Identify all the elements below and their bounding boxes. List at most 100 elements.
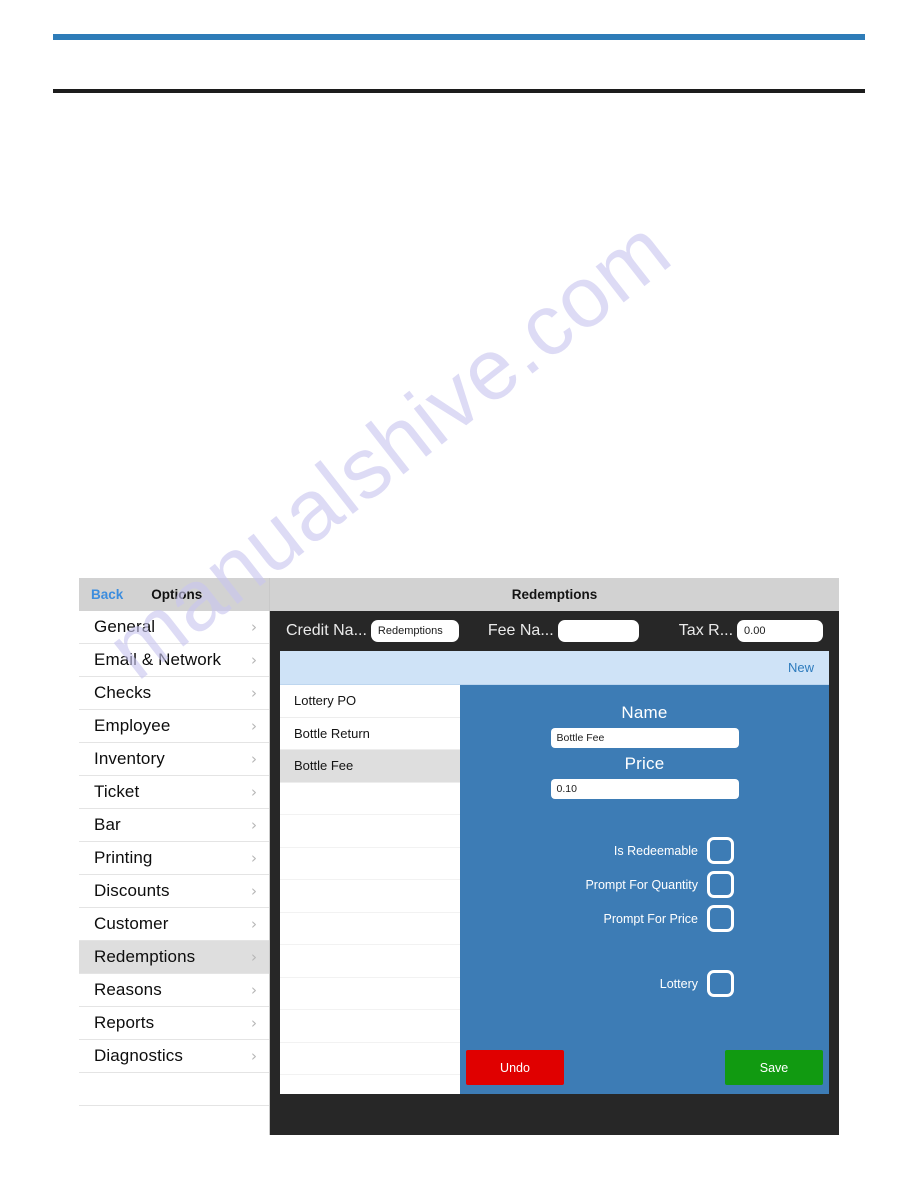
chevron-right-icon: › — [251, 815, 257, 834]
name-input[interactable]: Bottle Fee — [550, 728, 739, 748]
new-toolbar: New — [280, 651, 829, 685]
sidebar-item-checks[interactable]: Checks › — [79, 677, 269, 710]
sidebar-item-label: Printing — [94, 848, 153, 867]
list-empty-row — [280, 1042, 460, 1075]
sidebar-item-label: Customer — [94, 914, 169, 933]
chevron-right-icon: › — [251, 914, 257, 933]
chevron-right-icon: › — [251, 683, 257, 702]
sidebar-item-label: Email & Network — [94, 650, 222, 669]
checkbox[interactable] — [707, 837, 734, 864]
sidebar-item-label: Inventory — [94, 749, 165, 768]
sidebar-item-email-network[interactable]: Email & Network › — [79, 644, 269, 677]
chevron-right-icon: › — [251, 947, 257, 966]
sidebar-item-reports[interactable]: Reports › — [79, 1007, 269, 1040]
sidebar-item-printing[interactable]: Printing › — [79, 842, 269, 875]
sidebar-header: Back Options — [79, 578, 269, 611]
sidebar-item-employee[interactable]: Employee › — [79, 710, 269, 743]
list-empty-row — [280, 847, 460, 880]
credit-name-input[interactable]: Redemptions — [370, 620, 460, 642]
sidebar-item-label: Redemptions — [94, 947, 196, 966]
price-input[interactable]: 0.10 — [550, 779, 739, 799]
fee-name-input[interactable] — [557, 620, 639, 642]
sidebar-item-discounts[interactable]: Discounts › — [79, 875, 269, 908]
back-button[interactable]: Back — [91, 587, 123, 602]
checkbox[interactable] — [707, 905, 734, 932]
sidebar-item-ticket[interactable]: Ticket › — [79, 776, 269, 809]
list-empty-row — [280, 815, 460, 848]
chevron-right-icon: › — [251, 980, 257, 999]
redemption-list: Lottery PO Bottle Return Bottle Fee — [280, 685, 460, 1094]
list-item[interactable]: Bottle Fee — [280, 750, 460, 783]
list-item-label: Bottle Fee — [294, 758, 354, 774]
page-rule-blue — [53, 34, 865, 40]
sidebar-item-label: Discounts — [94, 881, 170, 900]
list-empty-row — [280, 1010, 460, 1043]
list-empty-row — [280, 977, 460, 1010]
chevron-right-icon: › — [251, 716, 257, 735]
undo-button[interactable]: Undo — [466, 1050, 564, 1085]
checkbox-label: Prompt For Price — [603, 911, 698, 926]
options-sidebar: Back Options General › Email & Network › Che… — [79, 578, 270, 1135]
credit-name-label: Credit Na... — [286, 622, 367, 639]
chevron-right-icon: › — [251, 617, 257, 636]
tax-rate-label: Tax R... — [678, 622, 734, 639]
sidebar-item-bar[interactable]: Bar › — [79, 809, 269, 842]
sidebar-item-label: Bar — [94, 815, 121, 834]
chevron-right-icon: › — [251, 881, 257, 900]
sidebar-item-label: Reasons — [94, 980, 162, 999]
checkbox-row[interactable]: Is Redeemable — [460, 837, 829, 864]
sidebar-item-customer[interactable]: Customer › — [79, 908, 269, 941]
sidebar-empty-row — [79, 1073, 269, 1106]
sidebar-item-label: Ticket — [94, 782, 140, 801]
device-screenshot: Back Options General › Email & Network › Che… — [79, 578, 839, 1135]
checkbox-row[interactable]: Prompt For Price — [460, 905, 829, 932]
page-title: Redemptions — [511, 587, 598, 602]
lottery-checkbox[interactable] — [707, 970, 734, 997]
sidebar-item-diagnostics[interactable]: Diagnostics › — [79, 1040, 269, 1073]
redemption-detail-form: Name Bottle Fee Price 0.10 Is Redeemable… — [460, 685, 829, 1094]
app-split: Lottery PO Bottle Return Bottle Fee Name B… — [280, 685, 829, 1094]
chevron-right-icon: › — [251, 782, 257, 801]
list-empty-row — [280, 1075, 460, 1094]
app-body: New Lottery PO Bottle Return Bottle Fee Na… — [280, 651, 829, 1094]
lottery-checkbox-label: Lottery — [659, 976, 698, 991]
sidebar-item-reasons[interactable]: Reasons › — [79, 974, 269, 1007]
sidebar-item-inventory[interactable]: Inventory › — [79, 743, 269, 776]
chevron-right-icon: › — [251, 848, 257, 867]
list-item[interactable]: Lottery PO — [280, 685, 460, 718]
name-field-label: Name — [621, 703, 668, 722]
save-button[interactable]: Save — [725, 1050, 823, 1085]
checkbox[interactable] — [707, 871, 734, 898]
lottery-checkbox-row[interactable]: Lottery — [460, 970, 829, 997]
checkbox-label: Is Redeemable — [613, 843, 698, 858]
sidebar-item-list: General › Email & Network › Checks › Employee ›… — [79, 611, 269, 1135]
list-empty-row — [280, 945, 460, 978]
new-button[interactable]: New — [788, 660, 814, 675]
app-toolbar: Credit Na... Redemptions Fee Na... Tax R… — [280, 611, 829, 651]
device-bezel: Credit Na... Redemptions Fee Na... Tax R… — [270, 611, 839, 1135]
list-item[interactable]: Bottle Return — [280, 717, 460, 750]
list-empty-row — [280, 880, 460, 913]
chevron-right-icon: › — [251, 749, 257, 768]
sidebar-item-label: Employee — [94, 716, 171, 735]
sidebar-item-label: Checks — [94, 683, 152, 702]
list-item-label: Bottle Return — [294, 725, 370, 741]
tax-rate-input[interactable]: 0.00 — [737, 620, 823, 642]
price-field-label: Price — [624, 754, 665, 773]
list-empty-row — [280, 912, 460, 945]
checkbox-group: Is Redeemable Prompt For Quantity Prompt F… — [460, 837, 829, 932]
fee-name-label: Fee Na... — [487, 622, 554, 639]
list-item-label: Lottery PO — [294, 693, 357, 709]
checkbox-label: Prompt For Quantity — [585, 877, 698, 892]
list-empty-row — [280, 782, 460, 815]
checkbox-row[interactable]: Prompt For Quantity — [460, 871, 829, 898]
chevron-right-icon: › — [251, 650, 257, 669]
app-right-pane: Redemptions Credit Na... Redemptions Fee… — [270, 578, 839, 1135]
sidebar-empty-row — [79, 1106, 269, 1135]
chevron-right-icon: › — [251, 1046, 257, 1065]
sidebar-item-label: Reports — [94, 1013, 155, 1032]
sidebar-item-redemptions[interactable]: Redemptions › — [79, 941, 269, 974]
sidebar-item-general[interactable]: General › — [79, 611, 269, 644]
sidebar-item-label: Diagnostics — [94, 1046, 183, 1065]
sidebar-item-label: General — [94, 617, 156, 636]
